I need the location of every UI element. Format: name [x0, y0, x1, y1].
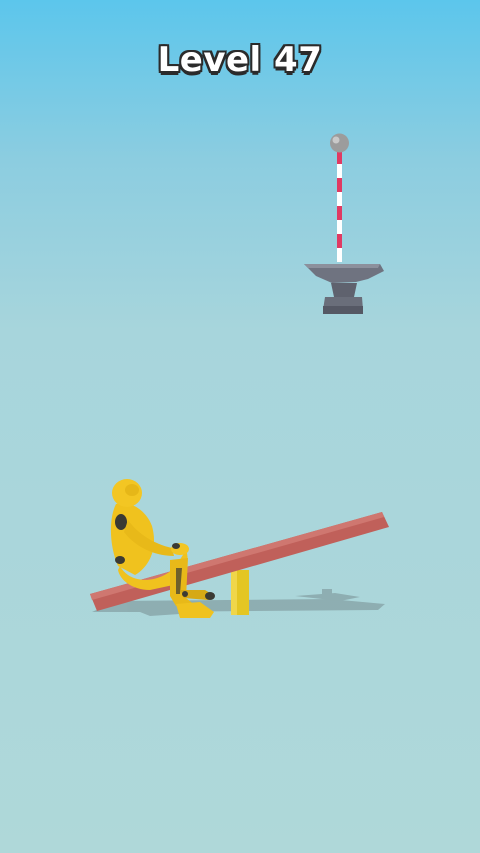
anchor-ball	[330, 133, 349, 153]
game-scene[interactable]	[0, 0, 480, 853]
anvil[interactable]	[304, 264, 384, 314]
anchor-ball-highlight	[332, 136, 340, 144]
seesaw-post-highlight	[231, 570, 237, 615]
striped-rope	[337, 150, 342, 262]
